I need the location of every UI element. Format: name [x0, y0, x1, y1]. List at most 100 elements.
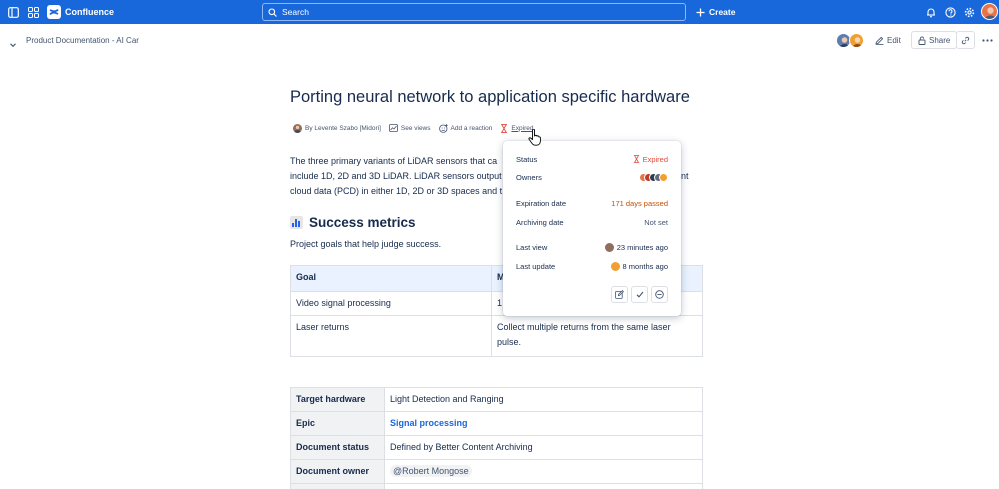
property-value: Defined by Better Content Archiving — [384, 435, 703, 460]
search-placeholder: Search — [282, 7, 309, 17]
intro-line: include 1D, 2D and 3D LiDAR. LiDAR senso… — [290, 171, 502, 181]
last-view-row: Last view 23 minutes ago — [516, 241, 668, 253]
viewer-avatar — [604, 242, 614, 252]
property-key — [290, 483, 385, 489]
more-actions-icon[interactable] — [980, 34, 994, 46]
confluence-logo-icon — [47, 5, 61, 19]
expiration-value: 171 days passed — [611, 198, 668, 208]
author-avatar — [293, 123, 302, 133]
author-link[interactable]: By Levente Szabo [Midori] — [293, 123, 381, 133]
table-row: Laser returns Collect multiple returns f… — [290, 315, 703, 357]
edit-label: Edit — [887, 35, 901, 45]
search-icon — [268, 7, 277, 17]
section-heading-text: Success metrics — [309, 215, 416, 230]
top-navigation-bar: Confluence Search Create — [0, 0, 999, 24]
table-row: Target hardware Light Detection and Rang… — [290, 387, 703, 412]
table-row: Epic Signal processing — [290, 411, 703, 436]
hand-pointer-cursor-icon — [528, 128, 541, 151]
sidebar-toggle-icon[interactable] — [5, 4, 21, 20]
last-update-value: 8 months ago — [610, 261, 668, 271]
breadcrumb[interactable]: Product Documentation - AI Car — [26, 36, 139, 45]
edit-icon — [615, 290, 624, 299]
last-update-label: Last update — [516, 261, 556, 271]
help-icon[interactable] — [942, 4, 958, 20]
content-status-popup: Status Expired Owners Expiration date 17… — [503, 141, 681, 316]
bar-chart-icon — [290, 216, 303, 229]
product-name: Confluence — [65, 7, 115, 17]
epic-link[interactable]: Signal processing — [390, 418, 468, 428]
copy-link-button[interactable] — [956, 31, 975, 49]
settings-gear-icon[interactable] — [961, 4, 977, 20]
edit-status-button[interactable] — [611, 286, 628, 303]
hourglass-icon — [633, 155, 639, 163]
archiving-label: Archiving date — [516, 217, 564, 227]
avatar — [849, 33, 864, 48]
lock-icon — [918, 36, 926, 45]
create-button[interactable]: Create — [696, 4, 735, 20]
share-label: Share — [929, 35, 951, 45]
table-row: Document owner @Robert Mongose — [290, 459, 703, 484]
owners-label: Owners — [516, 172, 542, 182]
create-label: Create — [709, 7, 736, 17]
last-view-value: 23 minutes ago — [604, 242, 668, 252]
user-mention[interactable]: @Robert Mongose — [390, 465, 472, 477]
owners-row: Owners — [516, 171, 668, 183]
pencil-icon — [875, 36, 884, 45]
section-heading: Success metrics — [290, 215, 416, 230]
intro-line: cloud data (PCD) in either 1D, 2D or 3D … — [290, 186, 503, 196]
notifications-bell-icon[interactable] — [923, 4, 939, 20]
property-value: @Robert Mongose — [384, 459, 703, 484]
analytics-icon — [388, 124, 398, 132]
last-view-text: 23 minutes ago — [616, 242, 668, 252]
see-views-button[interactable]: See views — [388, 124, 431, 132]
popup-actions — [611, 286, 668, 303]
share-button[interactable]: Share — [911, 31, 958, 49]
intro-line: The three primary variants of LiDAR sens… — [290, 156, 498, 166]
status-row: Status Expired — [516, 153, 668, 165]
archiving-row: Archiving date Not set — [516, 216, 668, 228]
property-key: Epic — [290, 411, 385, 436]
search-input[interactable]: Search — [262, 3, 686, 21]
table-cell: Laser returns — [290, 315, 492, 357]
property-value: Light Detection and Ranging — [384, 387, 703, 412]
property-key: Document owner — [290, 459, 385, 484]
expiration-label: Expiration date — [516, 198, 567, 208]
plus-icon — [696, 8, 705, 16]
confirm-button[interactable] — [631, 286, 648, 303]
table-cell: Video signal processing — [290, 291, 492, 316]
collaborators-avatars[interactable] — [836, 33, 866, 48]
remove-button[interactable] — [651, 286, 668, 303]
section-description: Project goals that help judge success. — [290, 239, 442, 249]
edit-button[interactable]: Edit — [870, 31, 906, 49]
page-properties-table: Target hardware Light Detection and Rang… — [290, 387, 703, 489]
chevron-down-icon[interactable] — [9, 36, 17, 54]
page-title: Porting neural network to application sp… — [290, 88, 690, 106]
confluence-home-link[interactable]: Confluence — [47, 4, 114, 20]
hourglass-icon — [501, 123, 508, 133]
checkmark-icon — [636, 291, 643, 298]
archiving-value: Not set — [644, 217, 668, 227]
minus-circle-icon — [655, 290, 664, 299]
user-profile-avatar[interactable] — [981, 3, 998, 20]
table-row — [290, 483, 703, 489]
add-reaction-button[interactable]: Add a reaction — [438, 123, 493, 133]
property-key: Target hardware — [290, 387, 385, 412]
expiration-row: Expiration date 171 days passed — [516, 197, 668, 209]
property-value — [384, 483, 703, 489]
intro-line-trailing: nt — [681, 171, 689, 181]
last-update-text: 8 months ago — [622, 261, 668, 271]
table-cell: Collect multiple returns from the same l… — [491, 315, 703, 357]
emoji-add-icon — [438, 123, 448, 133]
property-value: Signal processing — [384, 411, 703, 436]
updater-avatar — [610, 261, 620, 271]
last-update-row: Last update 8 months ago — [516, 260, 668, 272]
page-byline: By Levente Szabo [Midori] See views Add … — [293, 123, 541, 133]
owners-avatars[interactable] — [639, 172, 668, 182]
add-reaction-label: Add a reaction — [450, 124, 493, 132]
author-label: By Levente Szabo [Midori] — [305, 124, 381, 132]
table-header-cell: Goal — [290, 265, 492, 292]
app-switcher-icon[interactable] — [25, 4, 41, 20]
link-icon — [961, 36, 970, 44]
status-value: Expired — [633, 155, 668, 164]
property-key: Document status — [290, 435, 385, 460]
